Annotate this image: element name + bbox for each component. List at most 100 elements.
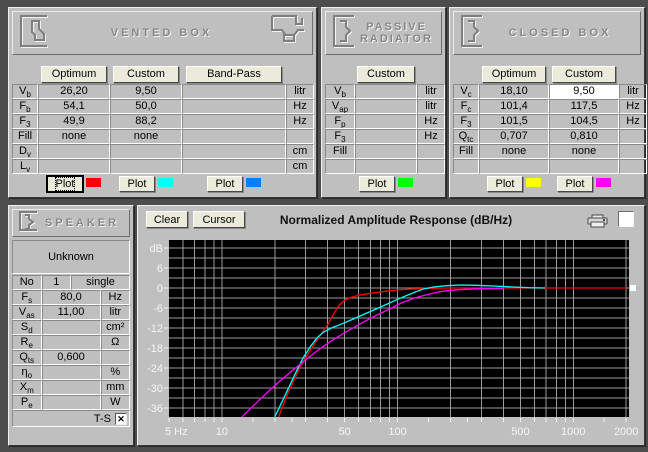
unit-label — [619, 159, 647, 174]
closed-box-title: CLOSED BOX — [508, 27, 612, 39]
closed-column-button-custom[interactable]: Custom — [552, 65, 616, 83]
speaker-name-box[interactable]: Unknown — [12, 240, 130, 274]
closed-value-Fill-optimum: none — [479, 144, 549, 159]
passive-plot-button-0[interactable]: Plot — [359, 176, 395, 192]
unit-label: litr — [619, 84, 647, 99]
vented-value-Dv-optimum — [38, 144, 110, 159]
chart-panel: Clear Cursor Normalized Amplitude Respon… — [137, 205, 645, 446]
speaker-value-Sd[interactable] — [41, 320, 101, 335]
vented-value-Fb-band-pass — [182, 99, 286, 114]
passive-column-button-custom[interactable]: Custom — [357, 65, 415, 83]
vented-box-title: VENTED BOX — [110, 27, 213, 39]
speaker-value-ηo[interactable] — [41, 365, 101, 380]
row-label: Fill — [12, 129, 38, 144]
unit-label: cm² — [100, 320, 131, 335]
row-label: Fc — [453, 99, 479, 114]
unit-label: litr — [100, 305, 131, 320]
vented-value-Dv-custom — [110, 144, 182, 159]
row-label: Vc — [453, 84, 479, 99]
chart-title: Normalized Amplitude Response (dB/Hz) — [279, 213, 513, 227]
ts-footer: T-S ✕ — [12, 410, 130, 427]
closed-value-F3-custom: 104,5 — [549, 114, 619, 129]
speaker-icon — [17, 210, 39, 237]
row-label: ηo — [12, 365, 42, 380]
speaker-value-Re[interactable] — [41, 335, 101, 350]
vented-box-table: Optimum Custom Band-Pass Vb 26,20 9,50 litr Fb 5… — [12, 64, 314, 194]
ts-checkbox[interactable]: ✕ — [115, 412, 127, 425]
row-label: Qts — [12, 350, 42, 365]
plot-color-swatch — [398, 178, 413, 187]
speaker-value-Xm[interactable] — [41, 380, 101, 395]
row-label: Vb — [12, 84, 38, 99]
closed-plot-button-0[interactable]: Plot — [487, 176, 523, 192]
passive-table-row: Fp Hz — [325, 114, 445, 129]
speaker-value-Qts[interactable]: 0,600 — [41, 350, 101, 365]
passive-value-Vap-custom — [355, 99, 417, 114]
speaker-no-value[interactable]: 1 — [41, 275, 72, 290]
closed-column-button-optimum[interactable]: Optimum — [482, 65, 546, 83]
closed-value-Vc-custom[interactable]: 9,50 — [549, 84, 619, 99]
vented-value-Fill-band-pass — [182, 129, 286, 144]
closed-value-Fc-custom: 117,5 — [549, 99, 619, 114]
closed-value-Vc-optimum: 18,10 — [479, 84, 549, 99]
y-axis-label: -30 — [147, 383, 163, 395]
closed-table-row: Vc 18,10 9,50 litr — [453, 84, 647, 99]
speaker-icon — [458, 13, 484, 54]
closed-plot-button-1[interactable]: Plot — [557, 176, 593, 192]
closed-table-row: Fc 101,4 117,5 Hz — [453, 99, 647, 114]
x-axis-label: 2000 — [614, 426, 638, 438]
speaker-table: No 1 single Fs 80,0 Hz Vas 11,00 litr Sd cm² Re Ω Qts… — [12, 275, 131, 410]
vented-plot-button-1[interactable]: Plot — [119, 176, 155, 192]
closed-value-Fill-custom: none — [549, 144, 619, 159]
unit-label: mm — [100, 380, 131, 395]
speaker-value-Pe[interactable] — [41, 395, 101, 410]
plot-area-toggle[interactable] — [618, 211, 634, 227]
closed-table-row: Qtc 0,707 0,810 — [453, 129, 647, 144]
speaker-value-Vas[interactable]: 11,00 — [41, 305, 101, 320]
vented-value-Vb-optimum: 26,20 — [38, 84, 110, 99]
unit-label: % — [100, 365, 131, 380]
row-label: Vap — [325, 99, 355, 114]
unit-label: Hz — [417, 129, 445, 144]
cursor-marker[interactable] — [630, 285, 636, 291]
passive-table-row: Vb litr — [325, 84, 445, 99]
vented-column-button-custom[interactable]: Custom — [113, 65, 179, 83]
y-axis-label: -24 — [147, 363, 163, 375]
vented-table-row: Vb 26,20 9,50 litr — [12, 84, 314, 99]
unit-label: Hz — [619, 99, 647, 114]
row-label: Xm — [12, 380, 42, 395]
passive-table-row: F3 Hz — [325, 129, 445, 144]
vented-value-F3-optimum: 49,9 — [38, 114, 110, 129]
plot-color-swatch — [526, 178, 541, 187]
speaker-name: Unknown — [48, 251, 94, 263]
vented-plot-row: Plot Plot Plot — [12, 174, 314, 194]
vented-value-Fill-optimum: none — [38, 129, 110, 144]
y-axis-label: dB — [150, 243, 163, 255]
closed-table-row — [453, 159, 647, 174]
unit-label: W — [100, 395, 131, 410]
vented-column-button-optimum[interactable]: Optimum — [41, 65, 107, 83]
plot-color-swatch — [158, 178, 173, 187]
vented-value-Fb-optimum: 54,1 — [38, 99, 110, 114]
row-label: Fb — [12, 99, 38, 114]
passive-table-row — [325, 159, 445, 174]
y-axis-label: -12 — [147, 323, 163, 335]
vented-table-row: Fb 54,1 50,0 Hz — [12, 99, 314, 114]
printer-icon[interactable] — [586, 214, 610, 231]
clear-button[interactable]: Clear — [146, 211, 188, 228]
speaker-table-row: Pe W — [12, 395, 131, 410]
passive-table-row: Vap litr — [325, 99, 445, 114]
speaker-table-row: Re Ω — [12, 335, 131, 350]
vented-plot-button-0[interactable]: Plot — [47, 176, 83, 192]
unit-label — [619, 144, 647, 159]
cursor-button[interactable]: Cursor — [193, 211, 245, 228]
closed-value-F3-optimum: 101,5 — [479, 114, 549, 129]
speaker-mode[interactable]: single — [71, 275, 131, 290]
vented-plot-button-2[interactable]: Plot — [207, 176, 243, 192]
ts-label: T-S — [93, 412, 111, 425]
speaker-table-row: Fs 80,0 Hz — [12, 290, 131, 305]
x-axis-label: 1000 — [561, 426, 585, 438]
amplitude-response-plot[interactable]: dB 6 0 -6 -12 -18 -24 -30 -365 Hz 10 50 100 500 1000 2… — [138, 232, 646, 446]
vented-column-button-band-pass[interactable]: Band-Pass — [186, 65, 282, 83]
speaker-value-Fs[interactable]: 80,0 — [41, 290, 101, 305]
